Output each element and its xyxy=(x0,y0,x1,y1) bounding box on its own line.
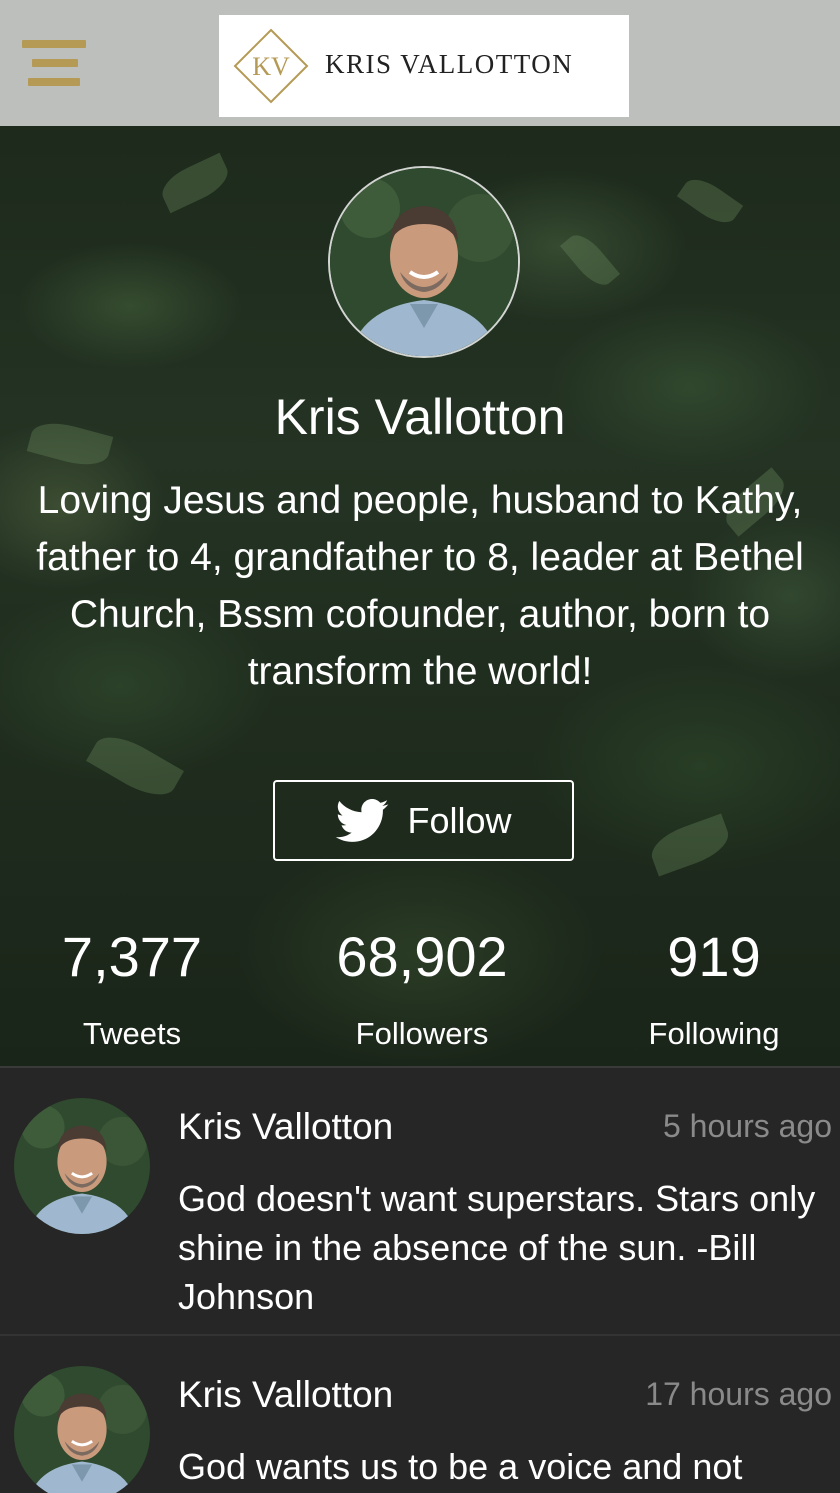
avatar-portrait xyxy=(14,1098,150,1234)
tweet-author: Kris Vallotton xyxy=(178,1374,394,1415)
follow-label: Follow xyxy=(407,799,512,841)
leaf-decoration xyxy=(559,228,621,292)
tweet-text: God wants us to be a voice and not xyxy=(178,1446,743,1487)
leaf-decoration xyxy=(676,171,744,231)
tweet-timestamp: 5 hours ago xyxy=(662,1108,832,1144)
leaf-decoration xyxy=(645,813,735,877)
menu-bar-line xyxy=(28,78,80,86)
stat-value: 68,902 xyxy=(336,925,508,988)
stat-label: Followers xyxy=(355,1016,489,1051)
profile-avatar[interactable] xyxy=(328,166,520,358)
avatar-portrait xyxy=(330,168,518,356)
stat-followers[interactable]: 68,902 Followers xyxy=(292,922,552,1056)
stat-tweets[interactable]: 7,377 Tweets xyxy=(2,922,262,1056)
top-bar: KV KRIS VALLOTTON xyxy=(0,0,840,126)
svg-text:KV: KV xyxy=(252,52,290,81)
tweet-item[interactable]: Kris Vallotton 17 hours ago God wants us… xyxy=(0,1336,840,1493)
tweet-avatar[interactable] xyxy=(14,1098,150,1234)
tweet-item[interactable]: Kris Vallotton 5 hours ago God doesn't w… xyxy=(0,1068,840,1336)
tweet-feed: Kris Vallotton 5 hours ago God doesn't w… xyxy=(0,1066,840,1493)
menu-bar-line xyxy=(22,40,86,48)
menu-bar-line xyxy=(32,59,78,67)
stat-following[interactable]: 919 Following xyxy=(584,922,840,1056)
avatar-portrait xyxy=(14,1366,150,1493)
logo-text: KRIS VALLOTTON xyxy=(325,49,574,79)
kv-monogram-icon: KV xyxy=(233,28,309,104)
site-logo[interactable]: KV KRIS VALLOTTON xyxy=(219,15,629,117)
leaf-decoration xyxy=(86,726,184,806)
profile-bio: Loving Jesus and people, husband to Kath… xyxy=(36,479,804,693)
stat-value: 919 xyxy=(667,925,761,988)
tweet-timestamp: 17 hours ago xyxy=(645,1376,832,1412)
tweet-author: Kris Vallotton xyxy=(178,1106,394,1147)
stat-value: 7,377 xyxy=(61,925,203,988)
profile-name: Kris Vallotton xyxy=(274,389,566,445)
leaf-decoration xyxy=(156,152,234,214)
follow-button[interactable]: Follow xyxy=(273,780,574,861)
twitter-bird-icon xyxy=(336,798,389,842)
tweet-avatar[interactable] xyxy=(14,1366,150,1493)
stat-label: Following xyxy=(648,1016,780,1051)
stat-label: Tweets xyxy=(82,1016,182,1051)
profile-hero: Kris Vallotton Loving Jesus and people, … xyxy=(0,126,840,1066)
tweet-text: God doesn't want superstars. Stars only … xyxy=(178,1178,816,1317)
hamburger-menu-icon[interactable] xyxy=(22,40,86,92)
